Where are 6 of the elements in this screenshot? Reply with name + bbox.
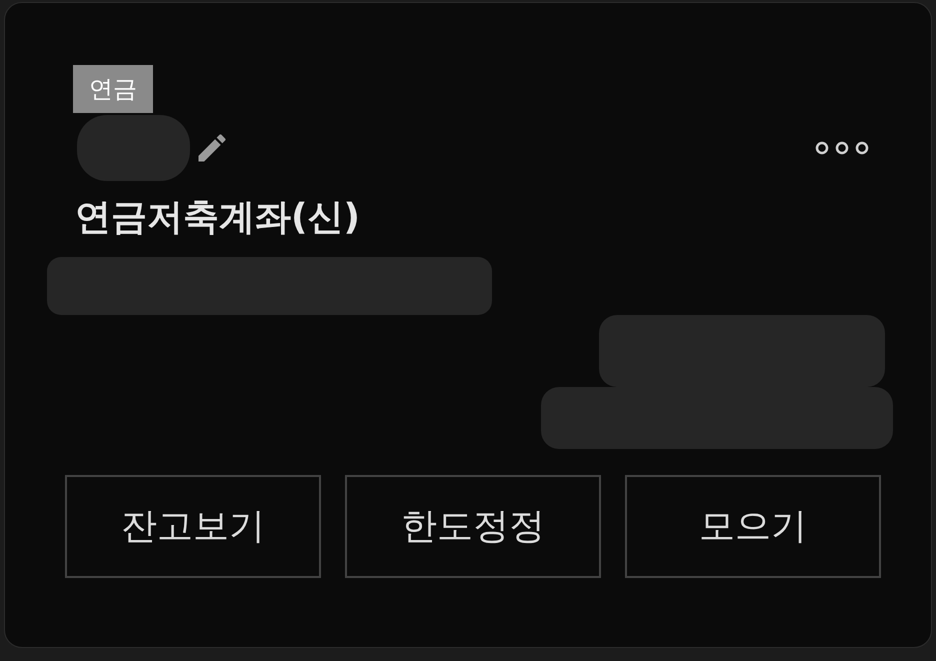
pension-tag: 연금 xyxy=(73,65,153,113)
more-icon[interactable] xyxy=(815,141,869,155)
action-button[interactable]: 잔고보기 xyxy=(65,475,321,578)
account-title: 연금저축계좌(신) xyxy=(75,196,361,240)
action-button[interactable]: 한도정정 xyxy=(345,475,601,578)
action-button[interactable]: 모으기 xyxy=(625,475,881,578)
